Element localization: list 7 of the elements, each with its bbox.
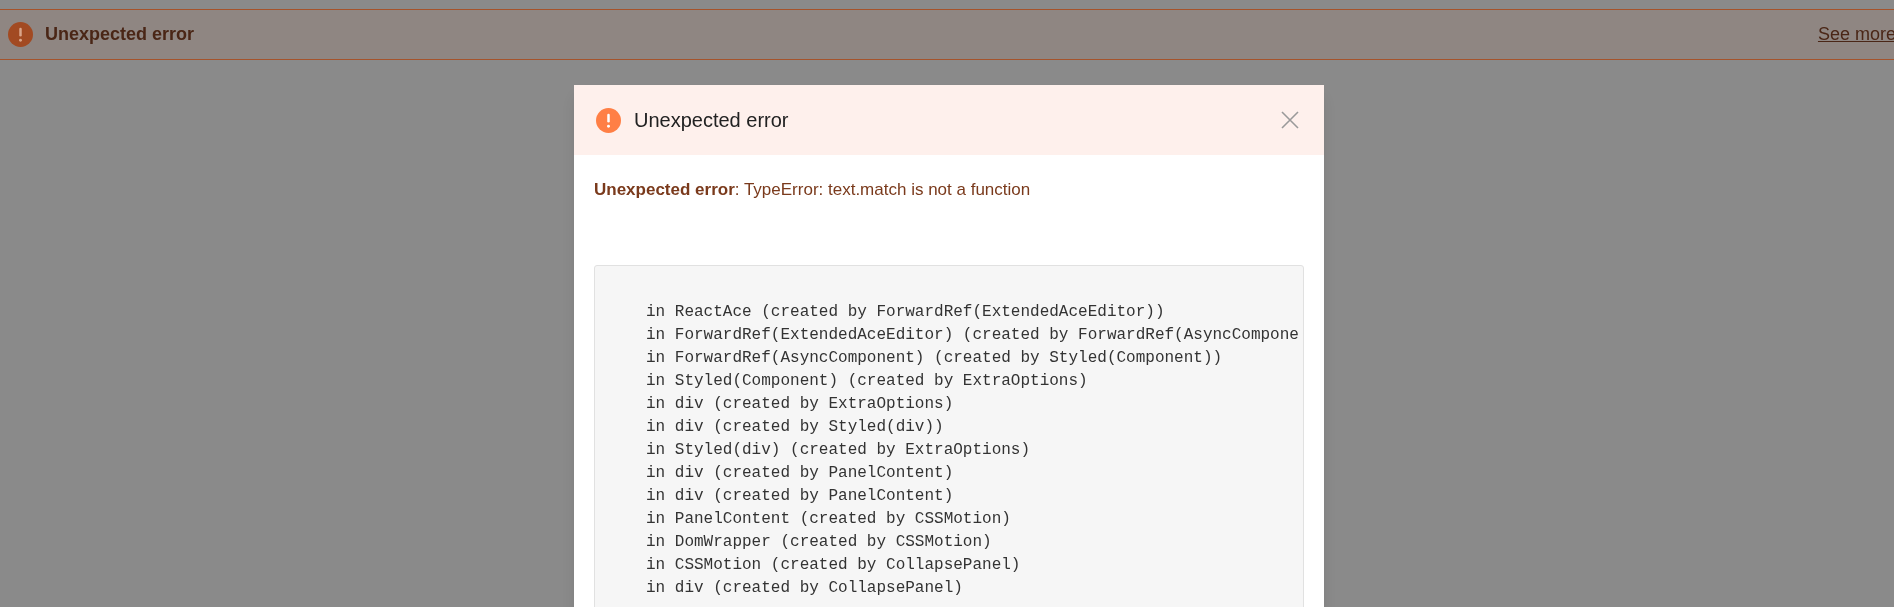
error-message: Unexpected error: TypeError: text.match is not a function [594, 179, 1032, 201]
stack-trace: in ReactAce (created by ForwardRef(ExtendedAceEditor)) in ForwardRef(ExtendedAceEditor) (created by ForwardRef(AsyncCompone in ForwardRef(AsyncComponent) (created by Styled(Component)) in Styled(Component) (created by ExtraOptions) in div (created by ExtraOptions) in div (created by Styled(div)) in Styled(div) (created by ExtraOptions) in div (created by PanelContent) in div (created by PanelContent) in PanelContent (created by CSSMotion) in DomWrapper (created by CSSMotion) in CSSMotion (created by CollapsePanel) in div (created by CollapsePanel) [646, 301, 1300, 599]
close-icon [1281, 111, 1299, 129]
alert-icon [596, 107, 621, 133]
dialog-title: Unexpected error [634, 108, 789, 133]
alert-icon [8, 22, 33, 47]
banner-title: Unexpected error [45, 23, 195, 46]
